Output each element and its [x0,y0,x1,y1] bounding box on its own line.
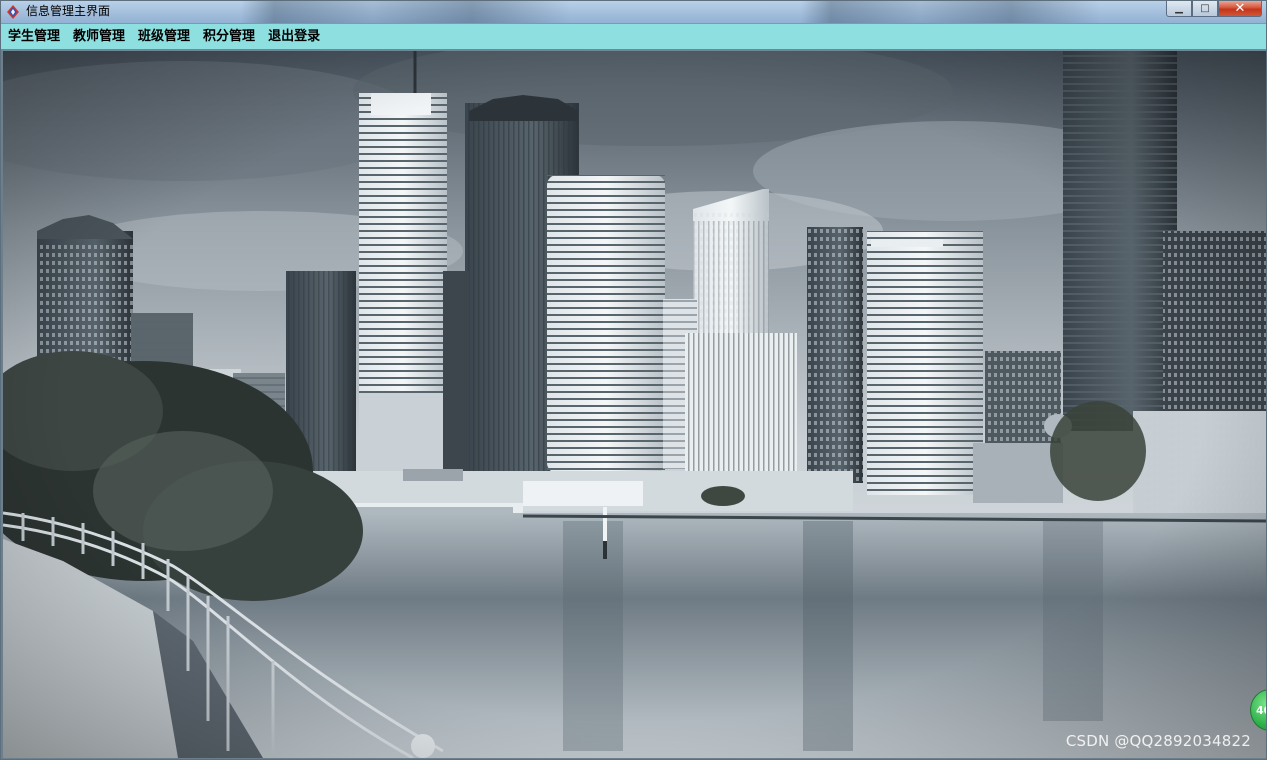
menu-bar: 学生管理 教师管理 班级管理 积分管理 退出登录 [1,24,1266,51]
minimize-button[interactable]: ▁ [1166,1,1192,17]
window-title: 信息管理主界面 [26,4,111,18]
main-window: 信息管理主界面 ▁ □ ✕ 学生管理 教师管理 班级管理 积分管理 退出登录 C… [0,0,1267,760]
minimize-icon: ▁ [1175,3,1183,14]
menu-class-management[interactable]: 班级管理 [131,25,196,49]
menu-teacher-management[interactable]: 教师管理 [66,25,131,49]
maximize-button[interactable]: □ [1192,1,1218,17]
menu-points-management[interactable]: 积分管理 [196,25,261,49]
window-controls: ▁ □ ✕ [1166,1,1262,18]
java-app-icon [7,5,19,19]
titlebar-glass-reflection-2 [801,1,1101,23]
csdn-watermark: CSDN @QQ2892034822 [1065,732,1251,750]
city-skyline-photo-icon [3,51,1266,758]
titlebar-glass-reflection [241,1,571,23]
maximize-icon: □ [1200,3,1210,14]
title-bar[interactable]: 信息管理主界面 ▁ □ ✕ [1,1,1266,24]
menu-student-management[interactable]: 学生管理 [1,25,66,49]
menu-logout[interactable]: 退出登录 [261,25,326,49]
close-icon: ✕ [1234,1,1246,16]
close-button[interactable]: ✕ [1218,1,1262,17]
background-city-photo: CSDN @QQ2892034822 [3,51,1266,758]
